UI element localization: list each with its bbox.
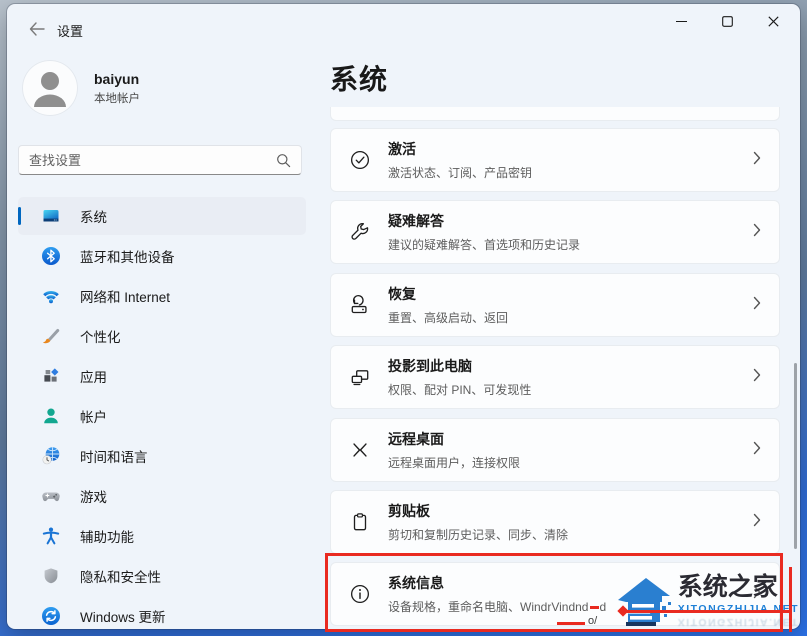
card-subtitle: 权限、配对 PIN、可发现性 [388, 383, 532, 397]
card-activation[interactable]: 激活 激活状态、订阅、产品密钥 [330, 128, 780, 192]
card-projection[interactable]: 投影到此电脑 权限、配对 PIN、可发现性 [330, 345, 780, 409]
network-icon [41, 286, 61, 306]
user-block[interactable]: baiyun 本地帐户 [22, 60, 140, 116]
card-clipboard[interactable]: 剪贴板 剪切和复制历史记录、同步、清除 [330, 490, 780, 554]
troubleshoot-icon [348, 220, 372, 244]
page-title: 系统 [330, 64, 389, 95]
close-icon [767, 15, 779, 27]
activation-icon [348, 148, 372, 172]
sidebar-item-privacy[interactable]: 隐私和安全性 [18, 557, 306, 595]
minimize-button[interactable] [658, 4, 704, 38]
card-recovery[interactable]: 恢复 重置、高级启动、返回 [330, 273, 780, 337]
close-button[interactable] [750, 4, 796, 38]
sidebar-item-label: 游戏 [80, 490, 107, 505]
sidebar-item-label: 蓝牙和其他设备 [80, 250, 175, 265]
card-title: 剪贴板 [388, 503, 430, 519]
settings-card-list: 激活 激活状态、订阅、产品密钥 疑难解答 建议的疑难解答、首选项和历史记录 恢复… [330, 107, 783, 629]
minimize-icon [675, 20, 687, 22]
card-subtitle: 激活状态、订阅、产品密钥 [388, 166, 533, 180]
privacy-icon [41, 566, 61, 586]
sidebar-item-windows-update[interactable]: Windows 更新 [18, 597, 306, 629]
caption-controls [658, 4, 796, 38]
search-input[interactable] [29, 152, 276, 168]
accessibility-icon [41, 526, 61, 546]
search-box[interactable] [18, 145, 302, 175]
window-title: 设置 [57, 24, 84, 39]
red-line-artifact-vertical [789, 567, 792, 632]
card-title: 恢复 [388, 286, 416, 302]
card-title: 投影到此电脑 [388, 358, 472, 374]
sidebar-item-accessibility[interactable]: 辅助功能 [18, 517, 306, 555]
chevron-right-icon [753, 513, 761, 532]
sidebar-item-label: 时间和语言 [80, 450, 148, 465]
sidebar-item-label: 网络和 Internet [80, 290, 171, 305]
sidebar-nav: 系统 蓝牙和其他设备 网络和 Internet 个性化 应用 帐户 时间和语言 … [18, 197, 306, 629]
projection-icon [348, 365, 372, 389]
sidebar-item-label: 辅助功能 [80, 530, 134, 545]
chevron-right-icon [753, 441, 761, 460]
chevron-right-icon [753, 368, 761, 387]
sidebar-item-system[interactable]: 系统 [18, 197, 306, 235]
back-button[interactable] [21, 17, 53, 41]
user-name: baiyun [94, 70, 140, 87]
red-highlight-rectangle [325, 553, 783, 632]
accounts-icon [41, 406, 61, 426]
sidebar-item-personalization[interactable]: 个性化 [18, 317, 306, 355]
sidebar-item-label: 个性化 [80, 330, 121, 345]
recovery-icon [348, 293, 372, 317]
sidebar-item-network[interactable]: 网络和 Internet [18, 277, 306, 315]
apps-icon [41, 366, 61, 386]
remote-desktop-icon [348, 438, 372, 462]
vertical-scrollbar[interactable] [794, 363, 797, 549]
chevron-right-icon [753, 223, 761, 242]
windows-update-icon [41, 606, 61, 626]
sidebar-item-apps[interactable]: 应用 [18, 357, 306, 395]
bluetooth-icon [41, 246, 61, 266]
garbled-text-artifact: o/ [588, 615, 598, 627]
search-icon [277, 153, 291, 167]
card-subtitle: 剪切和复制历史记录、同步、清除 [388, 528, 569, 542]
sidebar-item-label: 应用 [80, 370, 107, 385]
sidebar-item-label: 系统 [80, 210, 107, 225]
sidebar-item-bluetooth[interactable]: 蓝牙和其他设备 [18, 237, 306, 275]
card-title: 激活 [388, 141, 416, 157]
back-arrow-icon [29, 22, 45, 36]
card-subtitle: 远程桌面用户，连接权限 [388, 456, 521, 470]
avatar [22, 60, 78, 116]
card-subtitle: 重置、高级启动、返回 [388, 311, 509, 325]
sidebar-item-label: Windows 更新 [80, 610, 166, 625]
clipboard-icon [348, 510, 372, 534]
chevron-right-icon [753, 151, 761, 170]
card-remote-desktop[interactable]: 远程桌面 远程桌面用户，连接权限 [330, 418, 780, 482]
time-language-icon [41, 446, 61, 466]
settings-window: 设置 baiyun 本地帐户 查找设置 系统 蓝牙和其他设备 网络和 Inter… [7, 4, 800, 629]
sidebar-item-accounts[interactable]: 帐户 [18, 397, 306, 435]
user-avatar-icon [34, 72, 66, 107]
red-line-artifact-short [557, 622, 585, 625]
chevron-right-icon [753, 296, 761, 315]
sidebar-item-time-language[interactable]: 时间和语言 [18, 437, 306, 475]
card-fragment[interactable] [330, 107, 780, 121]
user-account-type: 本地帐户 [94, 92, 140, 105]
maximize-icon [721, 15, 733, 27]
sidebar-item-label: 隐私和安全性 [80, 570, 161, 585]
system-icon [41, 206, 61, 226]
card-title: 远程桌面 [388, 431, 444, 447]
card-troubleshoot[interactable]: 疑难解答 建议的疑难解答、首选项和历史记录 [330, 200, 780, 264]
gaming-icon [41, 486, 61, 506]
sidebar-item-label: 帐户 [80, 410, 107, 425]
card-title: 疑难解答 [388, 213, 444, 229]
card-subtitle: 建议的疑难解答、首选项和历史记录 [388, 238, 581, 252]
maximize-button[interactable] [704, 4, 750, 38]
sidebar-item-gaming[interactable]: 游戏 [18, 477, 306, 515]
personalization-icon [41, 326, 61, 346]
red-line-artifact [621, 610, 792, 613]
